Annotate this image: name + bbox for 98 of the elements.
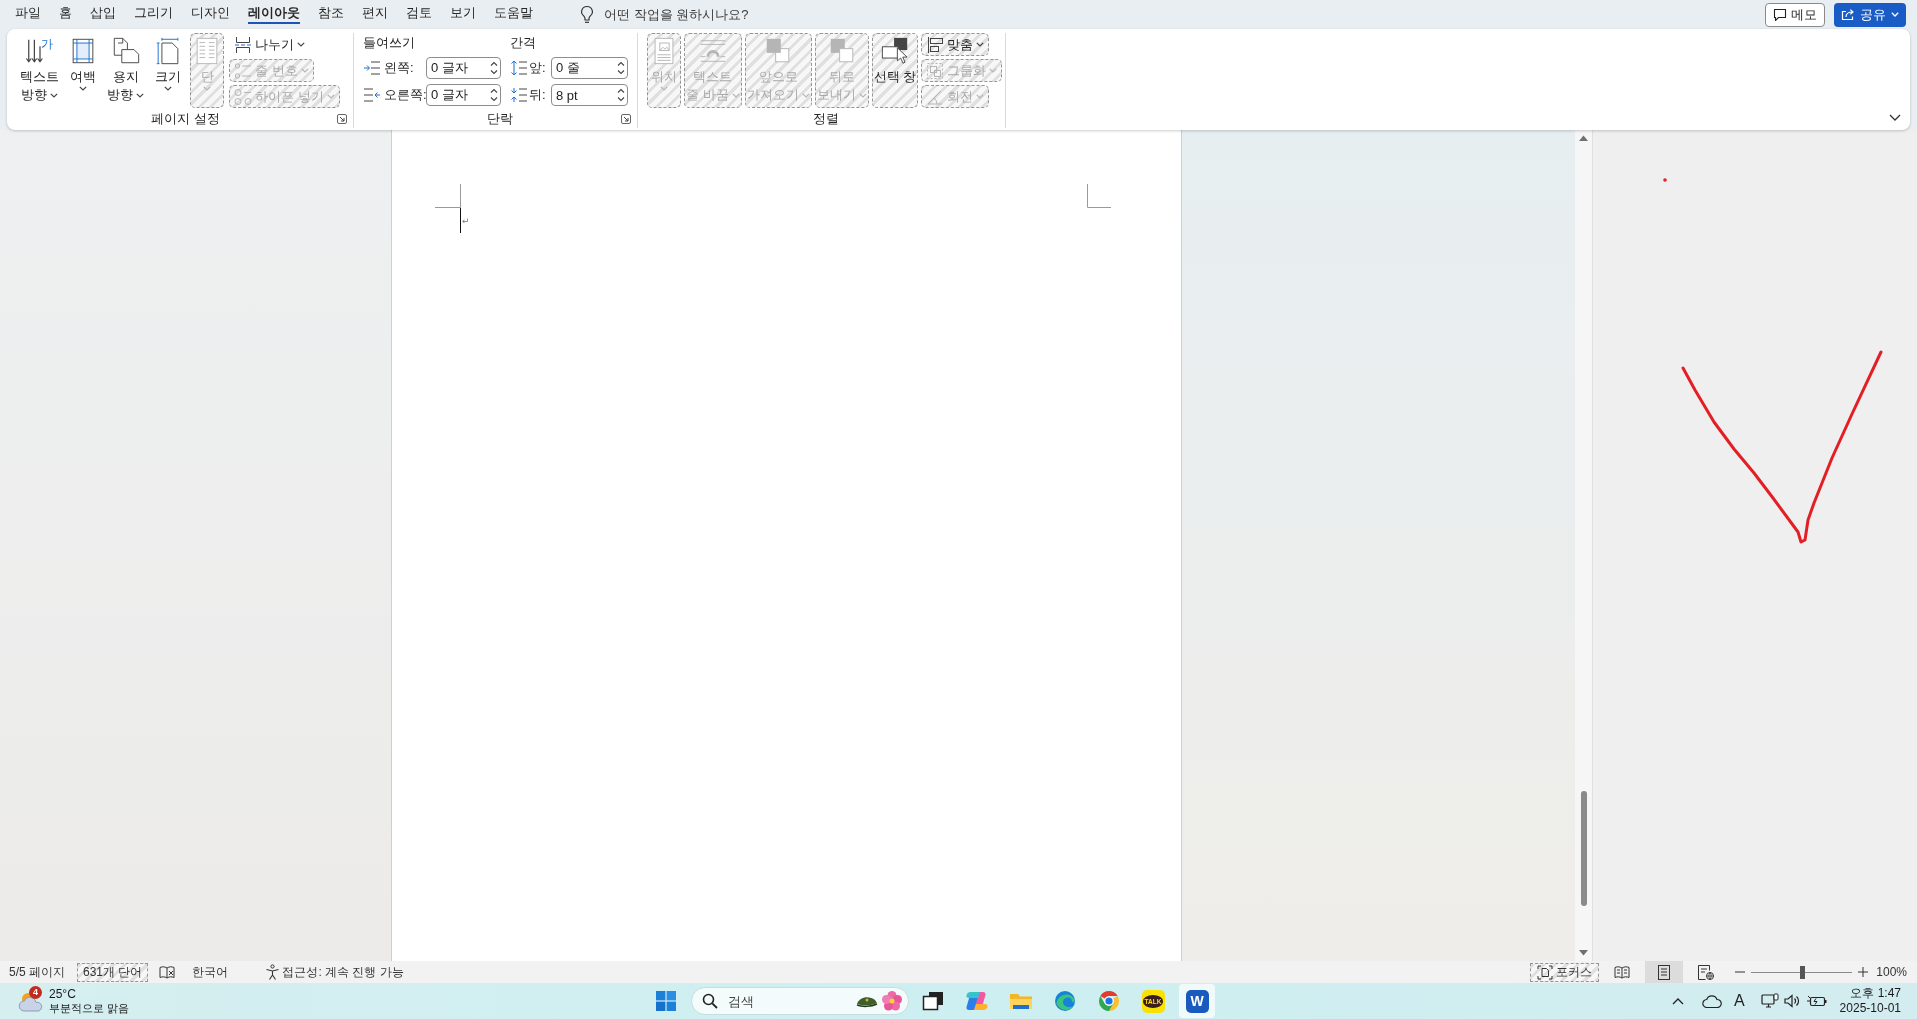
- menu-tab[interactable]: 파일: [6, 0, 50, 29]
- squares-pointer-icon: [879, 36, 910, 66]
- zoom-slider-thumb[interactable]: [1799, 965, 1805, 979]
- spin-arrows-icon[interactable]: [617, 60, 625, 76]
- weather-widget[interactable]: 4 25°C 부분적으로 맑음: [18, 983, 130, 1019]
- group-frame-icon: [926, 61, 945, 80]
- menu-tab[interactable]: 보기: [441, 0, 485, 29]
- menu-tab[interactable]: 그리기: [125, 0, 182, 29]
- word-count-button[interactable]: 631개 단어: [77, 962, 149, 982]
- spin-arrows-icon[interactable]: [617, 87, 625, 103]
- line-spacing-icon: [510, 87, 528, 103]
- text-cursor: [460, 208, 461, 233]
- chevron-down-icon[interactable]: [1889, 114, 1901, 121]
- section-heading: 간격: [510, 34, 537, 52]
- start-icon: [656, 991, 676, 1011]
- input-mode-indicator[interactable]: A: [1733, 992, 1745, 1010]
- scroll-up-icon[interactable]: [1579, 135, 1588, 141]
- focus-frame-icon: [1537, 964, 1554, 980]
- margin-corner-mark: [435, 184, 461, 208]
- align-button[interactable]: 맞춤: [921, 33, 990, 56]
- page-lines-icon: [1658, 964, 1671, 980]
- line-spacing-icon: [510, 60, 528, 76]
- web-page-icon: [1698, 964, 1715, 980]
- page-break-icon: [234, 35, 252, 54]
- align-left-icon: [926, 35, 945, 54]
- menu-tab[interactable]: 편지: [353, 0, 397, 29]
- cap-icon: [856, 994, 878, 1008]
- print-layout-button[interactable]: [1645, 961, 1684, 983]
- number-field[interactable]: 0 글자: [426, 84, 501, 106]
- comments-button[interactable]: 메모: [1765, 2, 1825, 27]
- open-book-icon: [1614, 965, 1631, 979]
- z-shape-icon: [965, 990, 989, 1012]
- text-direction-button[interactable]: 가 텍스트 방향: [18, 33, 61, 108]
- share-button[interactable]: 공유: [1834, 2, 1906, 27]
- flower-icon: [881, 990, 903, 1012]
- person-icon: [265, 964, 281, 980]
- accessibility-button[interactable]: 접근성: 계속 진행 가능: [265, 963, 404, 981]
- breaks-button[interactable]: 나누기: [229, 33, 310, 56]
- margin-corner-mark: [1087, 184, 1111, 208]
- field-label: 앞:: [528, 59, 547, 77]
- ring-circle-icon: [1098, 990, 1120, 1012]
- dialog-launcher-icon[interactable]: [337, 114, 347, 124]
- ink-dot: [1663, 178, 1667, 182]
- group-label: 정렬: [812, 110, 840, 128]
- spin-arrows-icon[interactable]: [490, 60, 498, 76]
- menu-tab[interactable]: 검토: [397, 0, 441, 29]
- book-x-icon[interactable]: [159, 965, 176, 979]
- cloud-icon[interactable]: [1701, 994, 1722, 1008]
- chevron-up-icon[interactable]: [1671, 997, 1684, 1005]
- menu-tab[interactable]: 삽입: [81, 0, 125, 29]
- orientation-button[interactable]: 용지 방향: [105, 33, 146, 108]
- section-heading: 들여쓰기: [363, 34, 416, 52]
- group-label: 단락: [486, 110, 514, 128]
- size-button[interactable]: 크기: [151, 33, 185, 108]
- share-icon: [1841, 8, 1855, 21]
- menu-tab[interactable]: 도움말: [485, 0, 542, 29]
- menu-tab[interactable]: 참조: [309, 0, 353, 29]
- group-label: 페이지 설정: [150, 110, 221, 128]
- page-count-text: 5/5 페이지: [9, 963, 65, 981]
- taskbar-app-button[interactable]: W: [1179, 984, 1215, 1018]
- lightbulb-icon: [580, 5, 594, 24]
- search-icon: [702, 993, 718, 1009]
- search-field[interactable]: 검색: [691, 987, 909, 1015]
- field-label: 왼쪽:: [383, 59, 415, 77]
- number-field[interactable]: 8 pt: [551, 84, 628, 106]
- dialog-launcher-icon[interactable]: [621, 114, 631, 124]
- scroll-down-icon[interactable]: [1579, 950, 1588, 956]
- outdent-arrow-icon: [363, 87, 381, 103]
- speaker-icon[interactable]: [1783, 994, 1802, 1008]
- zoom-in-icon[interactable]: [1858, 967, 1869, 977]
- spin-arrows-icon[interactable]: [490, 87, 498, 103]
- margins-button[interactable]: 여백: [66, 33, 100, 108]
- number-field[interactable]: 0 줄: [551, 57, 628, 79]
- indent-arrow-icon: [363, 60, 381, 76]
- menu-tab[interactable]: 홈: [50, 0, 81, 29]
- paragraph-mark: ↵: [462, 216, 470, 226]
- circles-dash-icon: [234, 87, 252, 106]
- overlapping-squares-icon: [922, 991, 944, 1011]
- zoom-level-button[interactable]: 100%: [1876, 965, 1907, 979]
- selection-pane-button[interactable]: 선택 창: [871, 33, 919, 108]
- caret-icon: [1891, 12, 1899, 17]
- number-field[interactable]: 0 글자: [426, 57, 501, 79]
- folder-icon: [1009, 991, 1033, 1011]
- field-label: 오른쪽:: [383, 86, 426, 104]
- scrollbar-thumb[interactable]: [1580, 791, 1587, 906]
- monitor-icon[interactable]: [1760, 993, 1779, 1009]
- language-button[interactable]: 한국어: [192, 963, 229, 981]
- wave-circle-icon: [1054, 990, 1076, 1012]
- clock-button[interactable]: 오후 1:47 2025-10-01: [1839, 986, 1901, 1016]
- notification-badge: 4: [29, 986, 42, 999]
- speech-bubble-icon: [1773, 8, 1787, 21]
- battery-icon[interactable]: [1806, 995, 1827, 1007]
- field-label: 뒤:: [528, 86, 547, 104]
- focus-button[interactable]: 포커스: [1530, 962, 1600, 982]
- search-field[interactable]: 어떤 작업을 원하시나요?: [604, 7, 824, 22]
- circles-lines-icon: [234, 61, 252, 80]
- menu-tab[interactable]: 레이아웃: [239, 0, 309, 29]
- menu-tab[interactable]: 디자인: [182, 0, 239, 29]
